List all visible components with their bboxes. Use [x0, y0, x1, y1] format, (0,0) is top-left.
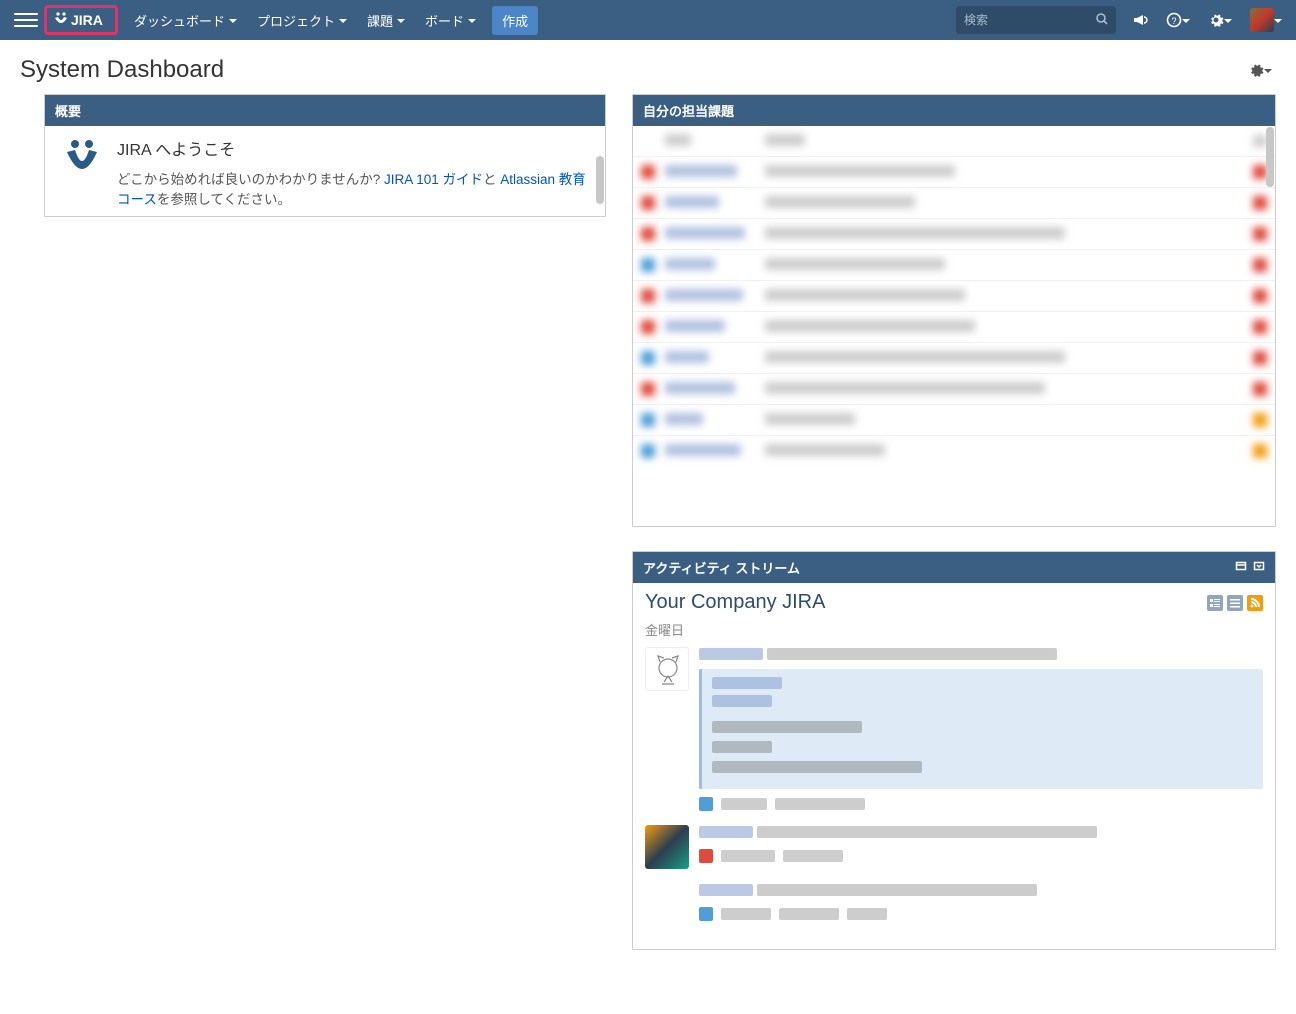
issue-row[interactable]: [633, 373, 1275, 404]
issue-row[interactable]: [633, 280, 1275, 311]
intro-gadget-header: 概要: [45, 95, 605, 126]
jira-intro-logo-icon: [59, 136, 105, 182]
help-icon[interactable]: ?: [1160, 0, 1196, 40]
minimize-icon[interactable]: [1235, 560, 1247, 575]
activity-avatar: [645, 825, 689, 869]
issue-row[interactable]: [633, 435, 1275, 466]
page-header: System Dashboard: [0, 40, 1296, 94]
nav-projects[interactable]: プロジェクト: [247, 0, 357, 40]
issue-row[interactable]: [633, 311, 1275, 342]
create-button[interactable]: 作成: [492, 6, 538, 35]
page-title: System Dashboard: [20, 56, 224, 84]
nav-dashboards[interactable]: ダッシュボード: [124, 0, 247, 40]
scrollbar-thumb[interactable]: [596, 156, 604, 204]
jira-logo[interactable]: JIRA: [44, 5, 118, 35]
menu-icon[interactable]: [14, 8, 38, 32]
svg-text:?: ?: [1171, 16, 1176, 26]
nav-issues[interactable]: 課題: [357, 0, 415, 40]
list-view-icon[interactable]: [1227, 595, 1243, 611]
intro-paragraph: どこから始めれば良いのかわかりませんか? JIRA 101 ガイドと Atlas…: [117, 170, 591, 211]
jira-101-link[interactable]: JIRA 101 ガイド: [384, 172, 483, 187]
issue-row[interactable]: [633, 404, 1275, 435]
search-box[interactable]: [956, 6, 1116, 34]
assigned-issues-gadget: 自分の担当課題: [632, 94, 1276, 527]
stream-day-label: 金曜日: [645, 620, 1263, 639]
issue-row[interactable]: [633, 218, 1275, 249]
issue-row[interactable]: [633, 187, 1275, 218]
activity-item: [645, 647, 1263, 811]
search-icon[interactable]: [1096, 12, 1108, 28]
page-settings-icon[interactable]: [1248, 62, 1272, 78]
activity-stream-header: アクティビティ ストリーム: [633, 552, 1275, 583]
activity-stream-gadget: アクティビティ ストリーム Your Company JIRA: [632, 551, 1276, 950]
stream-company-title: Your Company JIRA: [645, 591, 825, 614]
activity-item: [645, 883, 1263, 921]
svg-text:JIRA: JIRA: [71, 12, 103, 28]
intro-welcome: JIRA へようこそ: [117, 136, 591, 160]
assigned-issues-header: 自分の担当課題: [633, 95, 1275, 126]
rss-icon[interactable]: [1247, 595, 1263, 611]
scrollbar-thumb[interactable]: [1266, 127, 1274, 187]
announce-icon[interactable]: [1126, 0, 1154, 40]
intro-gadget: 概要 JIRA へようこそ どこから始めれば良いのかわかりませんか? JIRA …: [44, 94, 606, 217]
collapse-icon[interactable]: [1253, 560, 1265, 575]
issue-row[interactable]: [633, 156, 1275, 187]
settings-icon[interactable]: [1202, 0, 1238, 40]
search-input[interactable]: [964, 13, 1092, 27]
issue-row[interactable]: [633, 249, 1275, 280]
issue-row[interactable]: [633, 342, 1275, 373]
activity-item: [645, 825, 1263, 869]
nav-boards[interactable]: ボード: [415, 0, 486, 40]
top-nav: JIRA ダッシュボード プロジェクト 課題 ボード 作成 ?: [0, 0, 1296, 40]
user-avatar[interactable]: [1244, 0, 1288, 40]
activity-avatar: [645, 647, 689, 691]
issues-table: [633, 126, 1275, 466]
card-view-icon[interactable]: [1207, 595, 1223, 611]
